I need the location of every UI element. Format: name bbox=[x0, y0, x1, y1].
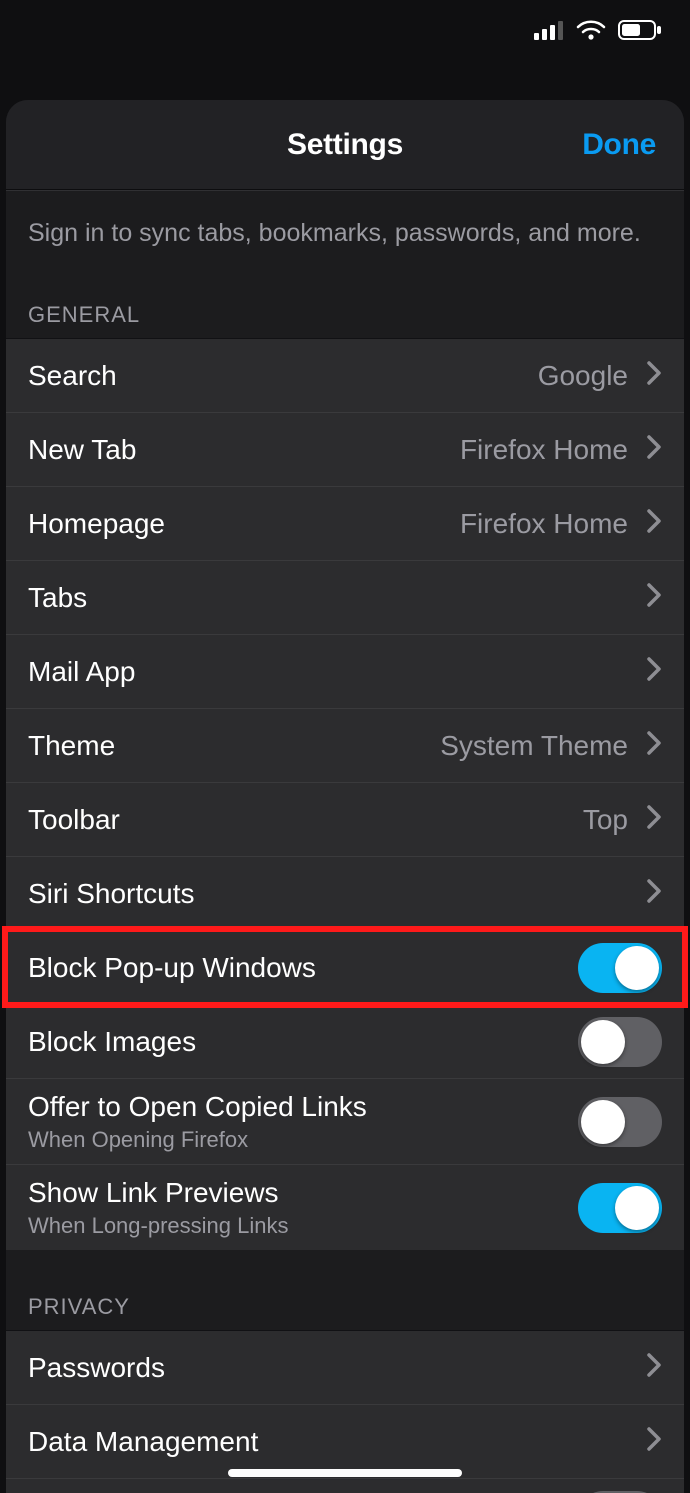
row-close-private-tabs[interactable]: Close Private Tabs bbox=[6, 1478, 684, 1493]
row-label: Block Pop-up Windows bbox=[28, 952, 316, 984]
settings-panel: Settings Done Sign in to sync tabs, book… bbox=[6, 100, 684, 1493]
row-siri-shortcuts[interactable]: Siri Shortcuts bbox=[6, 856, 684, 930]
section-heading-privacy: PRIVACY bbox=[6, 1250, 684, 1330]
toggle-copied-links[interactable] bbox=[578, 1097, 662, 1147]
done-button[interactable]: Done bbox=[582, 128, 656, 162]
row-label: Homepage bbox=[28, 508, 165, 540]
row-passwords[interactable]: Passwords bbox=[6, 1330, 684, 1404]
row-label: Siri Shortcuts bbox=[28, 878, 195, 910]
chevron-right-icon bbox=[646, 804, 662, 835]
row-mail-app[interactable]: Mail App bbox=[6, 634, 684, 708]
row-subtext: When Long-pressing Links bbox=[28, 1213, 288, 1239]
row-value: System Theme bbox=[440, 730, 628, 762]
row-copied-links[interactable]: Offer to Open Copied Links When Opening … bbox=[6, 1078, 684, 1164]
battery-icon bbox=[618, 19, 662, 41]
row-data-management[interactable]: Data Management bbox=[6, 1404, 684, 1478]
row-label: Tabs bbox=[28, 582, 87, 614]
row-toolbar[interactable]: Toolbar Top bbox=[6, 782, 684, 856]
home-indicator[interactable] bbox=[228, 1469, 462, 1477]
status-bar bbox=[0, 0, 690, 60]
toggle-block-images[interactable] bbox=[578, 1017, 662, 1067]
chevron-right-icon bbox=[646, 656, 662, 687]
toggle-link-previews[interactable] bbox=[578, 1183, 662, 1233]
chevron-right-icon bbox=[646, 1426, 662, 1457]
row-label: Search bbox=[28, 360, 117, 392]
row-label: New Tab bbox=[28, 434, 136, 466]
chevron-right-icon bbox=[646, 1352, 662, 1383]
row-new-tab[interactable]: New Tab Firefox Home bbox=[6, 412, 684, 486]
row-value: Google bbox=[538, 360, 628, 392]
chevron-right-icon bbox=[646, 434, 662, 465]
row-label: Toolbar bbox=[28, 804, 120, 836]
row-tabs[interactable]: Tabs bbox=[6, 560, 684, 634]
row-block-popups[interactable]: Block Pop-up Windows bbox=[6, 930, 684, 1004]
row-subtext: When Opening Firefox bbox=[28, 1127, 367, 1153]
row-label: Offer to Open Copied Links bbox=[28, 1091, 367, 1123]
row-theme[interactable]: Theme System Theme bbox=[6, 708, 684, 782]
section-heading-general: GENERAL bbox=[6, 258, 684, 338]
toggle-block-popups[interactable] bbox=[578, 943, 662, 993]
row-value: Firefox Home bbox=[460, 434, 628, 466]
row-label: Mail App bbox=[28, 656, 135, 688]
sync-note: Sign in to sync tabs, bookmarks, passwor… bbox=[6, 190, 684, 258]
row-value: Top bbox=[583, 804, 628, 836]
chevron-right-icon bbox=[646, 508, 662, 539]
settings-list[interactable]: Sign in to sync tabs, bookmarks, passwor… bbox=[6, 190, 684, 1493]
row-label: Data Management bbox=[28, 1426, 258, 1458]
row-block-images[interactable]: Block Images bbox=[6, 1004, 684, 1078]
chevron-right-icon bbox=[646, 582, 662, 613]
row-label: Passwords bbox=[28, 1352, 165, 1384]
row-homepage[interactable]: Homepage Firefox Home bbox=[6, 486, 684, 560]
page-title: Settings bbox=[287, 128, 403, 162]
row-label: Show Link Previews bbox=[28, 1177, 288, 1209]
title-bar: Settings Done bbox=[6, 100, 684, 190]
row-value: Firefox Home bbox=[460, 508, 628, 540]
chevron-right-icon bbox=[646, 360, 662, 391]
row-label: Theme bbox=[28, 730, 115, 762]
row-label: Block Images bbox=[28, 1026, 196, 1058]
cellular-signal-icon bbox=[534, 20, 564, 40]
row-link-previews[interactable]: Show Link Previews When Long-pressing Li… bbox=[6, 1164, 684, 1250]
row-search[interactable]: Search Google bbox=[6, 338, 684, 412]
chevron-right-icon bbox=[646, 878, 662, 909]
wifi-icon bbox=[576, 19, 606, 41]
chevron-right-icon bbox=[646, 730, 662, 761]
